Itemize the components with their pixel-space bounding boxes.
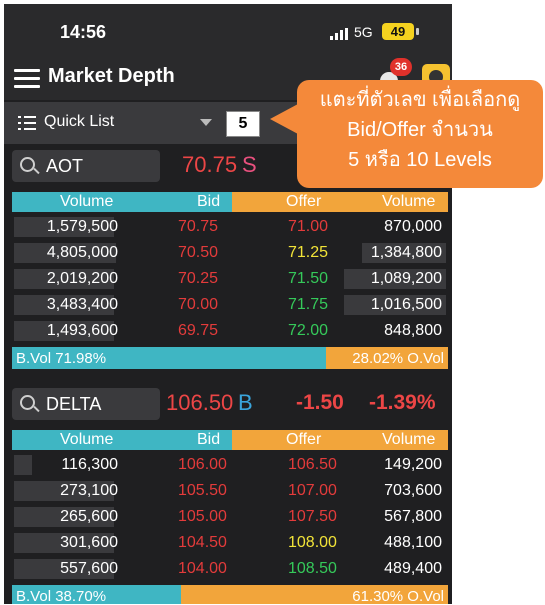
last-price: 70.75	[182, 152, 238, 177]
offer-price[interactable]: 106.50	[288, 456, 337, 474]
network-type: 5G	[354, 24, 373, 40]
bid-price[interactable]: 70.00	[178, 296, 218, 314]
battery-icon: 49	[382, 23, 414, 40]
bid-volume[interactable]: 273,100	[60, 482, 118, 500]
offer-volume[interactable]: 567,800	[384, 508, 442, 526]
list-icon	[18, 115, 36, 131]
callout-pointer	[270, 104, 298, 134]
bid-volume-bar	[14, 455, 32, 475]
status-bar: 14:56 5G 49	[4, 4, 452, 56]
depth-row: 273,100 105.50 107.00 703,600	[12, 480, 448, 502]
bid-volume[interactable]: 1,579,500	[47, 218, 118, 236]
depth-row: 4,805,000 70.50 71.25 1,384,800	[12, 242, 448, 264]
symbol-search-box[interactable]: DELTA	[12, 388, 160, 420]
volume-ratio-bar: B.Vol 71.98% 28.02% O.Vol	[12, 347, 448, 369]
depth-row: 301,600 104.50 108.00 488,100	[12, 532, 448, 554]
chevron-down-icon[interactable]	[200, 119, 212, 126]
search-icon	[20, 395, 35, 410]
depth-row: 116,300 106.00 106.50 149,200	[12, 454, 448, 476]
offer-price[interactable]: 71.25	[288, 244, 328, 262]
col-volume-offer: Volume	[382, 431, 436, 448]
col-offer: Offer	[286, 193, 322, 210]
bid-volume[interactable]: 265,600	[60, 508, 118, 526]
offer-price[interactable]: 108.00	[288, 534, 337, 552]
offer-volume[interactable]: 870,000	[384, 218, 442, 236]
offer-volume[interactable]: 848,800	[384, 322, 442, 340]
offer-volume[interactable]: 489,400	[384, 560, 442, 578]
callout-line-3: 5 หรือ 10 Levels	[348, 149, 492, 171]
bid-price[interactable]: 70.75	[178, 218, 218, 236]
battery-tip	[416, 28, 419, 35]
callout-line-2: Bid/Offer จำนวน	[347, 119, 493, 141]
signal-icon	[330, 28, 350, 40]
last-price: 106.50	[166, 390, 234, 415]
bid-volume[interactable]: 3,483,400	[47, 296, 118, 314]
bid-volume[interactable]: 4,805,000	[47, 244, 118, 262]
col-volume-bid: Volume	[60, 431, 114, 448]
symbol-search-box[interactable]: AOT	[12, 150, 160, 182]
callout-line-1: แตะที่ตัวเลข เพื่อเลือกดู	[319, 89, 521, 111]
offer-price[interactable]: 108.50	[288, 560, 337, 578]
notification-badge: 36	[390, 58, 412, 76]
bid-price[interactable]: 104.50	[178, 534, 227, 552]
bid-volume[interactable]: 301,600	[60, 534, 118, 552]
quick-list-dropdown[interactable]: Quick List	[44, 113, 114, 131]
depth-row: 265,600 105.00 107.50 567,800	[12, 506, 448, 528]
bid-volume[interactable]: 116,300	[61, 456, 118, 474]
percent-change: -1.39%	[369, 391, 436, 414]
status-time: 14:56	[60, 22, 107, 42]
depth-row: 3,483,400 70.00 71.75 1,016,500	[12, 294, 448, 316]
offer-volume[interactable]: 149,200	[384, 456, 442, 474]
side-flag: S	[242, 152, 257, 177]
offer-price[interactable]: 107.50	[288, 508, 337, 526]
levels-selector[interactable]: 5	[226, 111, 260, 137]
offer-volume[interactable]: 488,100	[384, 534, 442, 552]
depth-row: 557,600 104.00 108.50 489,400	[12, 558, 448, 580]
page-title: Market Depth	[48, 65, 175, 87]
offer-volume[interactable]: 1,016,500	[371, 296, 442, 314]
offer-volume[interactable]: 1,384,800	[371, 244, 442, 262]
bid-price[interactable]: 105.00	[178, 508, 227, 526]
offer-price[interactable]: 72.00	[288, 322, 328, 340]
bid-price[interactable]: 104.00	[178, 560, 227, 578]
offer-volume-ratio: 61.30% O.Vol	[352, 588, 444, 604]
depth-column-header: Volume Bid Offer Volume	[12, 192, 448, 212]
side-flag: B	[238, 390, 253, 415]
col-bid: Bid	[197, 431, 221, 448]
depth-row: 1,493,600 69.75 72.00 848,800	[12, 320, 448, 342]
col-bid: Bid	[197, 193, 221, 210]
symbol-name: AOT	[46, 156, 84, 176]
offer-price[interactable]: 71.00	[288, 218, 328, 236]
col-volume-bid: Volume	[60, 193, 114, 210]
stock-header-delta: DELTA 106.50 B -1.50 -1.39%	[4, 384, 452, 424]
offer-volume[interactable]: 703,600	[384, 482, 442, 500]
bid-volume[interactable]: 1,493,600	[47, 322, 118, 340]
volume-ratio-bar: B.Vol 38.70% 61.30% O.Vol	[12, 585, 448, 604]
bid-price[interactable]: 106.00	[178, 456, 227, 474]
offer-price[interactable]: 71.50	[288, 270, 328, 288]
search-icon	[20, 157, 35, 172]
depth-row: 1,579,500 70.75 71.00 870,000	[12, 216, 448, 238]
offer-volume-ratio: 28.02% O.Vol	[352, 350, 444, 367]
bid-price[interactable]: 69.75	[178, 322, 218, 340]
tip-callout: แตะที่ตัวเลข เพื่อเลือกดู Bid/Offer จำนว…	[297, 80, 543, 188]
bid-price[interactable]: 70.50	[178, 244, 218, 262]
menu-icon[interactable]	[14, 67, 40, 89]
col-volume-offer: Volume	[382, 193, 436, 210]
symbol-name: DELTA	[46, 394, 102, 414]
bid-volume[interactable]: 557,600	[60, 560, 118, 578]
col-offer: Offer	[286, 431, 322, 448]
bid-volume-ratio: B.Vol 71.98%	[16, 350, 107, 367]
bid-price[interactable]: 105.50	[178, 482, 227, 500]
bid-volume-ratio: B.Vol 38.70%	[16, 588, 107, 604]
offer-volume[interactable]: 1,089,200	[371, 270, 442, 288]
depth-column-header: Volume Bid Offer Volume	[12, 430, 448, 450]
price-change: -1.50	[296, 391, 344, 414]
offer-price[interactable]: 107.00	[288, 482, 337, 500]
bid-volume[interactable]: 2,019,200	[47, 270, 118, 288]
offer-price[interactable]: 71.75	[288, 296, 328, 314]
bid-price[interactable]: 70.25	[178, 270, 218, 288]
depth-row: 2,019,200 70.25 71.50 1,089,200	[12, 268, 448, 290]
